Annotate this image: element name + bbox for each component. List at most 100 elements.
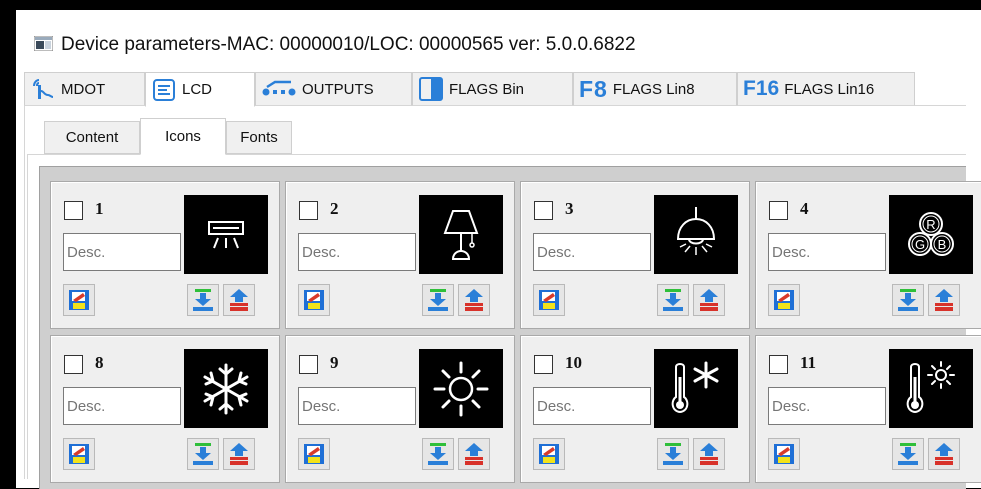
upload-icon-button[interactable]	[928, 438, 960, 470]
tab-flags-lin8-label: FLAGS Lin8	[612, 80, 695, 98]
tab-content[interactable]: Content	[44, 121, 140, 154]
air-conditioner-icon[interactable]	[184, 195, 268, 274]
download-icon-button[interactable]	[892, 438, 924, 470]
icon-select-checkbox[interactable]	[64, 201, 83, 220]
window-title: Device parameters-MAC: 00000010/LOC: 000…	[61, 34, 636, 55]
icon-select-checkbox[interactable]	[534, 355, 553, 374]
save-icon	[539, 290, 559, 310]
download-icon-button[interactable]	[892, 284, 924, 316]
f16-icon: F16	[743, 77, 780, 100]
save-icon-button[interactable]	[298, 284, 330, 316]
tab-mdot-label: MDOT	[61, 80, 106, 98]
description-input[interactable]	[63, 387, 181, 425]
icon-cell-9: 9	[285, 335, 515, 483]
save-icon-button[interactable]	[768, 284, 800, 316]
tab-mdot[interactable]: MDOT	[24, 72, 145, 106]
tab-outputs[interactable]: OUTPUTS	[255, 72, 412, 106]
description-input[interactable]	[63, 233, 181, 271]
save-icon-button[interactable]	[63, 284, 95, 316]
antenna-icon	[30, 77, 56, 101]
sun-icon[interactable]	[419, 349, 503, 428]
icon-number: 4	[800, 199, 809, 218]
upload-arrow-icon	[465, 443, 483, 465]
tab-flags-bin[interactable]: FLAGS Bin	[412, 72, 573, 106]
description-input[interactable]	[298, 233, 416, 271]
icon-select-checkbox[interactable]	[769, 355, 788, 374]
lcd-list-icon	[151, 78, 177, 102]
icon-cell-8: 8	[50, 335, 280, 483]
tab-flags-lin8[interactable]: F8 FLAGS Lin8	[573, 72, 737, 106]
icon-select-checkbox[interactable]	[534, 201, 553, 220]
icon-select-checkbox[interactable]	[299, 355, 318, 374]
icon-select-checkbox[interactable]	[299, 201, 318, 220]
download-arrow-icon	[663, 443, 683, 465]
download-icon-button[interactable]	[657, 284, 689, 316]
rgb-letter-r: R	[926, 217, 935, 232]
icon-grid: 1 Desc. 2 Desc. 3 Desc. 4 Desc. R G B 8 …	[39, 166, 981, 489]
icon-cell-1: 1	[50, 181, 280, 329]
table-lamp-icon[interactable]	[419, 195, 503, 274]
tab-icons[interactable]: Icons	[140, 118, 226, 155]
thermometer-snow-icon[interactable]	[654, 349, 738, 428]
icon-cell-3: 3	[520, 181, 750, 329]
upload-arrow-icon	[700, 289, 718, 311]
save-icon-button[interactable]	[298, 438, 330, 470]
save-icon	[304, 444, 324, 464]
icon-select-checkbox[interactable]	[64, 355, 83, 374]
download-icon-button[interactable]	[657, 438, 689, 470]
icon-number: 8	[95, 353, 104, 372]
download-icon-button[interactable]	[187, 284, 219, 316]
icon-number: 11	[800, 353, 817, 372]
description-input[interactable]	[533, 387, 651, 425]
tab-lcd[interactable]: LCD	[145, 72, 255, 107]
upload-arrow-icon	[230, 289, 248, 311]
download-arrow-icon	[193, 443, 213, 465]
save-icon	[304, 290, 324, 310]
upload-icon-button[interactable]	[693, 284, 725, 316]
download-arrow-icon	[428, 443, 448, 465]
upload-arrow-icon	[465, 289, 483, 311]
icon-number: 10	[565, 353, 582, 372]
download-arrow-icon	[898, 289, 918, 311]
tab-flags-lin16[interactable]: F16 FLAGS Lin16	[737, 72, 915, 106]
upload-icon-button[interactable]	[223, 438, 255, 470]
download-icon-button[interactable]	[187, 438, 219, 470]
tab-lcd-label: LCD	[182, 81, 213, 98]
upload-arrow-icon	[935, 289, 953, 311]
icon-cell-2: 2	[285, 181, 515, 329]
upload-icon-button[interactable]	[458, 438, 490, 470]
save-icon-button[interactable]	[533, 284, 565, 316]
icon-cell-4: 4 R G B	[755, 181, 981, 329]
snowflake-icon[interactable]	[184, 349, 268, 428]
upload-icon-button[interactable]	[458, 284, 490, 316]
thermometer-sun-icon[interactable]	[889, 349, 973, 428]
tab-flags-lin16-label: FLAGS Lin16	[784, 80, 875, 98]
tab-fonts[interactable]: Fonts	[226, 121, 292, 154]
download-icon-button[interactable]	[422, 438, 454, 470]
download-icon-button[interactable]	[422, 284, 454, 316]
save-icon-button[interactable]	[63, 438, 95, 470]
save-icon	[69, 290, 89, 310]
icon-select-checkbox[interactable]	[769, 201, 788, 220]
window-app-icon	[34, 36, 53, 51]
ceiling-lamp-icon[interactable]	[654, 195, 738, 274]
title-bar: Device parameters-MAC: 00000010/LOC: 000…	[16, 10, 981, 72]
flags-bin-icon	[418, 76, 444, 102]
description-input[interactable]	[768, 233, 886, 271]
save-icon	[539, 444, 559, 464]
rgb-icon[interactable]: R G B	[889, 195, 973, 274]
description-input[interactable]	[768, 387, 886, 425]
description-input[interactable]	[298, 387, 416, 425]
save-icon	[69, 444, 89, 464]
upload-icon-button[interactable]	[693, 438, 725, 470]
main-tab-bar: MDOT LCD OUTPUTS FLAGS Bin F8 FLAGS Lin8…	[24, 72, 965, 107]
upload-arrow-icon	[700, 443, 718, 465]
description-input[interactable]	[533, 233, 651, 271]
upload-arrow-icon	[230, 443, 248, 465]
save-icon-button[interactable]	[768, 438, 800, 470]
upload-icon-button[interactable]	[223, 284, 255, 316]
save-icon-button[interactable]	[533, 438, 565, 470]
upload-icon-button[interactable]	[928, 284, 960, 316]
download-arrow-icon	[193, 289, 213, 311]
icon-cell-10: 10	[520, 335, 750, 483]
